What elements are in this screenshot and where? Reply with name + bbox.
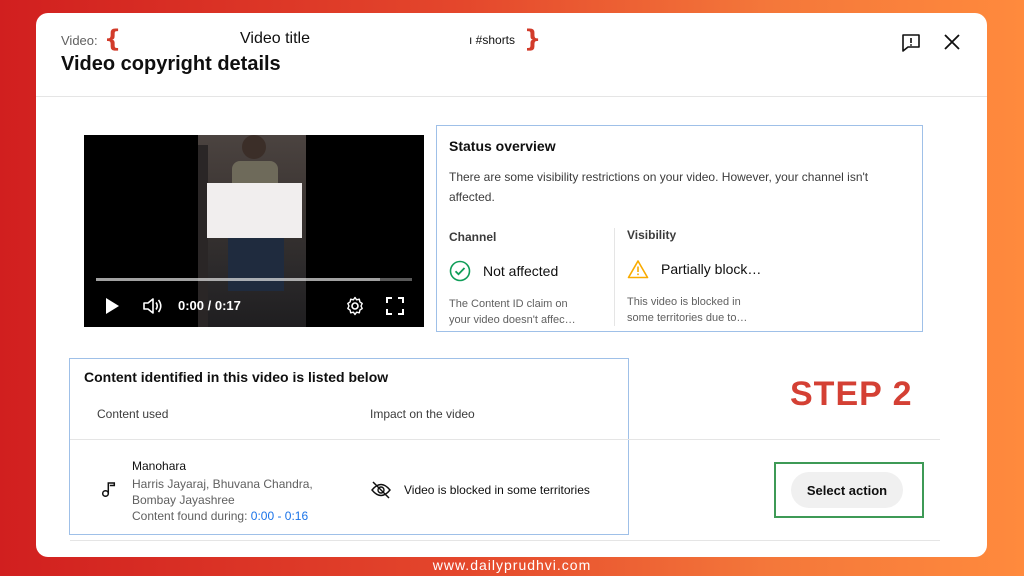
row-divider — [70, 439, 940, 440]
play-icon[interactable] — [104, 297, 120, 315]
visibility-status: Visibility Partially block… This video i… — [614, 228, 764, 326]
channel-heading: Channel — [449, 230, 497, 244]
column-impact: Impact on the video — [370, 407, 475, 421]
annotation-brace-close: } — [524, 25, 542, 53]
fullscreen-icon[interactable] — [386, 297, 404, 315]
content-found-during: Content found during: 0:00 - 0:16 — [132, 509, 309, 523]
volume-icon[interactable] — [142, 296, 164, 316]
progress-fill — [96, 278, 381, 281]
settings-gear-icon[interactable] — [344, 295, 366, 317]
channel-status-note: The Content ID claim on your video doesn… — [449, 298, 576, 326]
status-overview-title: Status overview — [449, 138, 556, 154]
step-annotation: STEP 2 — [790, 375, 913, 413]
song-title: Manohara — [132, 459, 187, 473]
impact-text: Video is blocked in some territories — [404, 483, 590, 497]
column-content-used: Content used — [97, 407, 169, 421]
content-time-range[interactable]: 0:00 - 0:16 — [251, 509, 308, 523]
visibility-status-note: This video is blocked in some territorie… — [627, 296, 748, 324]
annotation-brace-open: { — [104, 25, 122, 53]
visibility-heading: Visibility — [627, 228, 677, 242]
status-overview-card: Status overview There are some visibilit… — [436, 125, 923, 332]
copyright-dialog: Video: { Video title ı #shorts } Video c… — [36, 13, 987, 557]
playback-time: 0:00 / 0:17 — [178, 298, 241, 313]
content-section-title: Content identified in this video is list… — [84, 369, 389, 385]
select-action-button[interactable]: Select action — [791, 472, 903, 508]
visibility-status-value: Partially block… — [661, 261, 762, 277]
watermark: www.dailyprudhvi.com — [432, 557, 592, 573]
status-description: There are some visibility restrictions o… — [449, 170, 869, 204]
close-icon[interactable] — [941, 31, 963, 53]
video-title-tag[interactable]: ı #shorts — [469, 33, 515, 47]
channel-status: Channel Not affected The Content ID clai… — [449, 230, 599, 328]
redaction-box — [207, 183, 302, 238]
dialog-header: Video: { Video title ı #shorts } Video c… — [36, 13, 987, 97]
check-circle-icon — [449, 260, 471, 282]
video-title[interactable]: Video title — [240, 30, 310, 48]
warning-icon — [627, 260, 649, 279]
row-divider-bottom — [70, 540, 940, 541]
channel-status-value: Not affected — [483, 263, 559, 279]
song-artists: Harris Jayaraj, Bhuvana Chandra, Bombay … — [132, 477, 313, 507]
dialog-title: Video copyright details — [61, 53, 281, 75]
visibility-off-icon — [370, 479, 392, 501]
video-label: Video: — [61, 33, 98, 48]
progress-bar[interactable] — [96, 278, 412, 281]
feedback-icon[interactable] — [900, 32, 922, 54]
music-note-icon — [100, 480, 118, 498]
video-player[interactable]: 0:00 / 0:17 — [84, 135, 424, 327]
